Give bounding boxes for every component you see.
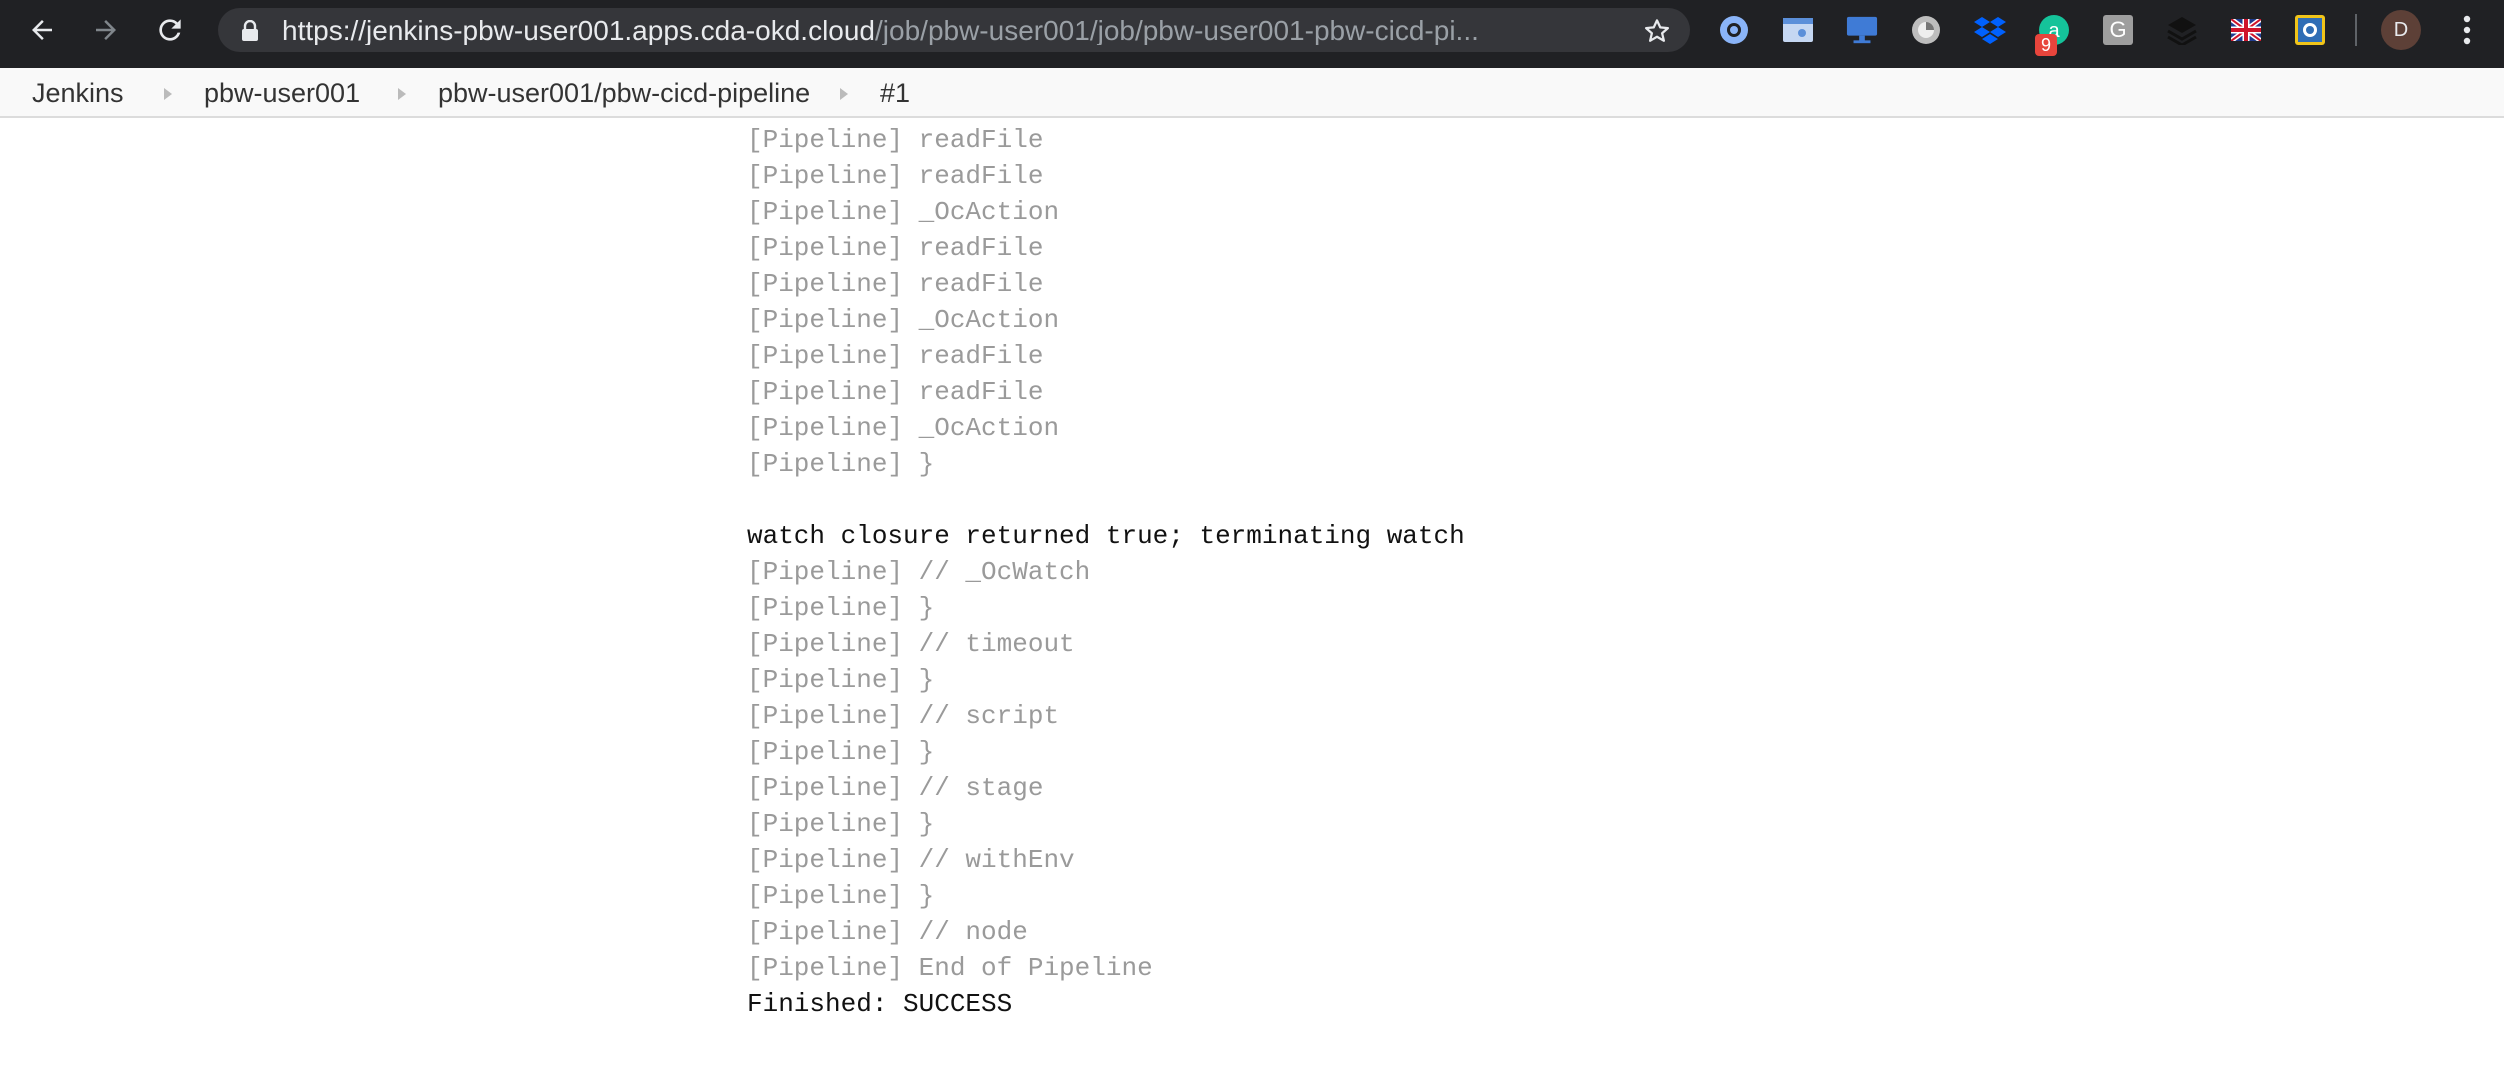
profile-avatar[interactable]: D	[2381, 10, 2421, 50]
menu-icon[interactable]	[2452, 12, 2482, 48]
console-line: [Pipeline] // node	[747, 917, 1028, 947]
console-line: [Pipeline] // timeout	[747, 629, 1075, 659]
address-bar[interactable]: https://jenkins-pbw-user001.apps.cda-okd…	[218, 8, 1690, 52]
breadcrumb-separator-icon[interactable]	[164, 88, 172, 100]
console-line: [Pipeline] _OcAction	[747, 197, 1060, 227]
toolbar-separator	[2355, 14, 2357, 46]
console-line: [Pipeline] readFile	[747, 125, 1044, 155]
breadcrumb-folder[interactable]: pbw-user001	[204, 68, 360, 118]
breadcrumb-build[interactable]: #1	[880, 68, 910, 118]
breadcrumb-pipeline[interactable]: pbw-user001/pbw-cicd-pipeline	[438, 68, 810, 118]
extension-circle-icon[interactable]	[1718, 14, 1750, 46]
dropbox-icon[interactable]	[1974, 14, 2006, 46]
console-line: [Pipeline] readFile	[747, 377, 1044, 407]
console-line: [Pipeline] }	[747, 881, 935, 911]
console-line: [Pipeline] readFile	[747, 161, 1044, 191]
extension-monitor-icon[interactable]	[1846, 14, 1878, 46]
console-line: [Pipeline] }	[747, 665, 935, 695]
extension-g-icon[interactable]: G	[2102, 14, 2134, 46]
console-line: [Pipeline] _OcAction	[747, 305, 1060, 335]
reload-icon	[159, 19, 181, 41]
breadcrumb-separator-icon[interactable]	[398, 88, 406, 100]
extension-g-label: G	[2109, 17, 2127, 42]
console-line: [Pipeline] // stage	[747, 773, 1044, 803]
url-path: /job/pbw-user001/job/pbw-user001-pbw-cic…	[875, 17, 1479, 45]
extension-badge: 9	[2035, 34, 2057, 56]
console-line: [Pipeline] // script	[747, 701, 1060, 731]
console-line: [Pipeline] readFile	[747, 269, 1044, 299]
url-text[interactable]: https://jenkins-pbw-user001.apps.cda-okd…	[282, 17, 1622, 45]
forward-button[interactable]	[78, 0, 134, 60]
extension-photo-icon[interactable]	[2294, 14, 2326, 46]
console-line: [Pipeline] // _OcWatch	[747, 557, 1091, 587]
console-line: [Pipeline] readFile	[747, 233, 1044, 263]
back-button[interactable]	[14, 0, 70, 60]
console-line: [Pipeline] End of Pipeline	[747, 953, 1153, 983]
console-line: Finished: SUCCESS	[747, 989, 1013, 1019]
extension-window-icon[interactable]	[1782, 14, 1814, 46]
console-line: [Pipeline] }	[747, 593, 935, 623]
console-line: [Pipeline] }	[747, 809, 935, 839]
reload-button[interactable]	[142, 0, 198, 60]
breadcrumb-jenkins[interactable]: Jenkins	[32, 68, 124, 118]
lock-icon	[242, 20, 258, 41]
console-output: [Pipeline] readFile [Pipeline] readFile [P…	[747, 122, 1465, 1022]
console-line: [Pipeline] _OcAction	[747, 413, 1060, 443]
console-line: [Pipeline] // withEnv	[747, 845, 1075, 875]
back-icon	[32, 20, 52, 40]
console-line: watch closure returned true; terminating…	[747, 521, 1465, 551]
bookmark-star-icon[interactable]	[1642, 16, 1672, 46]
console-line: [Pipeline] }	[747, 449, 935, 479]
forward-icon	[96, 20, 116, 40]
extension-disc-icon[interactable]	[1910, 14, 1942, 46]
browser-toolbar: https://jenkins-pbw-user001.apps.cda-okd…	[0, 0, 2504, 68]
url-host: https://jenkins-pbw-user001.apps.cda-okd…	[282, 17, 876, 45]
uk-flag-icon[interactable]	[2230, 14, 2262, 46]
console-line: [Pipeline] }	[747, 737, 935, 767]
breadcrumb: Jenkins pbw-user001 pbw-user001/pbw-cicd…	[0, 68, 2504, 118]
console-line: [Pipeline] readFile	[747, 341, 1044, 371]
extension-stack-icon[interactable]	[2166, 14, 2198, 46]
breadcrumb-separator-icon[interactable]	[840, 88, 848, 100]
